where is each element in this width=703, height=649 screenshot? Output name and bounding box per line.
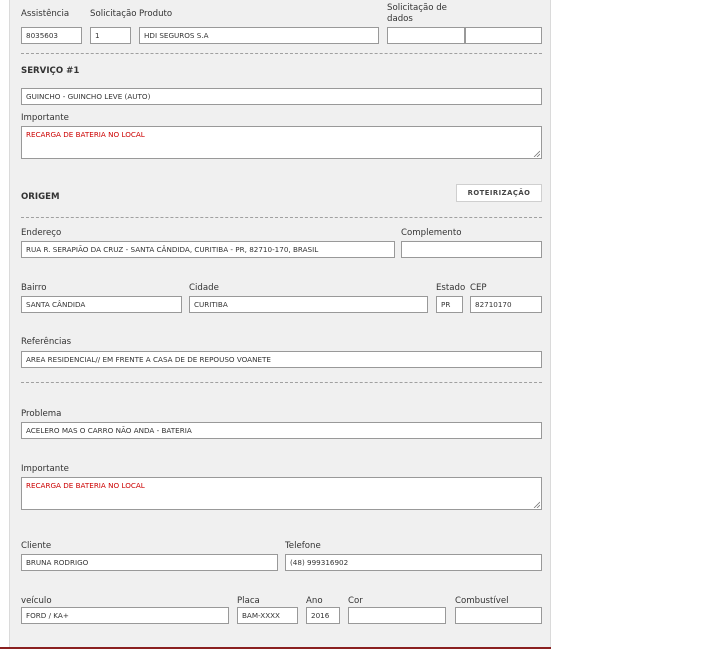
- roteirizacao-button[interactable]: ROTEIRIZAÇÃO: [456, 184, 542, 202]
- complemento-field[interactable]: [401, 241, 542, 258]
- veiculo-field[interactable]: FORD / KA+: [21, 607, 229, 624]
- resize-grip-icon[interactable]: [533, 501, 540, 508]
- section-divider: [21, 217, 542, 218]
- problema-importante-textarea[interactable]: RECARGA DE BATERIA NO LOCAL: [21, 477, 542, 510]
- resize-grip-icon[interactable]: [533, 150, 540, 157]
- bairro-field[interactable]: SANTA CÂNDIDA: [21, 296, 182, 313]
- solicitacao-label: Solicitação: [90, 9, 137, 19]
- cliente-label: Cliente: [21, 541, 52, 551]
- servico-tipo-field[interactable]: GUINCHO - GUINCHO LEVE (AUTO): [21, 88, 542, 105]
- produto-label: Produto: [139, 9, 173, 19]
- servico-importante-text: RECARGA DE BATERIA NO LOCAL: [26, 130, 145, 139]
- solicitacao-dados-label: Solicitação de dados: [387, 3, 447, 24]
- produto-field[interactable]: HDI SEGUROS S.A: [139, 27, 379, 44]
- placa-label: Placa: [237, 596, 260, 606]
- ano-label: Ano: [306, 596, 323, 606]
- endereco-field[interactable]: RUA R. SERAPIÃO DA CRUZ - SANTA CÂNDIDA,…: [21, 241, 395, 258]
- telefone-field[interactable]: (48) 999316902: [285, 554, 542, 571]
- cep-label: CEP: [470, 283, 487, 293]
- cor-field[interactable]: [348, 607, 446, 624]
- problema-field[interactable]: ACELERO MAS O CARRO NÃO ANDA - BATERIA: [21, 422, 542, 439]
- section-divider: [21, 53, 542, 54]
- assistencia-label: Assistência: [21, 9, 70, 19]
- solicitacao-dados-field-2[interactable]: [465, 27, 542, 44]
- bairro-label: Bairro: [21, 283, 47, 293]
- placa-field[interactable]: BAM-XXXX: [237, 607, 298, 624]
- cep-field[interactable]: 82710170: [470, 296, 542, 313]
- solicitacao-field[interactable]: 1: [90, 27, 131, 44]
- solicitacao-dados-field-1[interactable]: [387, 27, 465, 44]
- cidade-label: Cidade: [189, 283, 219, 293]
- telefone-label: Telefone: [285, 541, 321, 551]
- assistencia-field[interactable]: 8035603: [21, 27, 82, 44]
- cor-label: Cor: [348, 596, 363, 606]
- ano-field[interactable]: 2016: [306, 607, 340, 624]
- complemento-label: Complemento: [401, 228, 462, 238]
- referencias-field[interactable]: AREA RESIDENCIAL// EM FRENTE A CASA DE D…: [21, 351, 542, 368]
- problema-label: Problema: [21, 409, 62, 419]
- cidade-field[interactable]: CURITIBA: [189, 296, 428, 313]
- estado-label: Estado: [436, 283, 466, 293]
- combustivel-label: Combustível: [455, 596, 509, 606]
- combustivel-field[interactable]: [455, 607, 542, 624]
- cliente-field[interactable]: BRUNA RODRIGO: [21, 554, 278, 571]
- problema-importante-text: RECARGA DE BATERIA NO LOCAL: [26, 481, 145, 490]
- veiculo-label: veículo: [21, 596, 52, 606]
- problema-importante-label: Importante: [21, 464, 69, 474]
- endereco-label: Endereço: [21, 228, 62, 238]
- servico-heading: SERVIÇO #1: [21, 66, 80, 76]
- origem-heading: ORIGEM: [21, 192, 60, 202]
- servico-importante-label: Importante: [21, 113, 69, 123]
- referencias-label: Referências: [21, 337, 72, 347]
- estado-field[interactable]: PR: [436, 296, 463, 313]
- section-divider: [21, 382, 542, 383]
- servico-importante-textarea[interactable]: RECARGA DE BATERIA NO LOCAL: [21, 126, 542, 159]
